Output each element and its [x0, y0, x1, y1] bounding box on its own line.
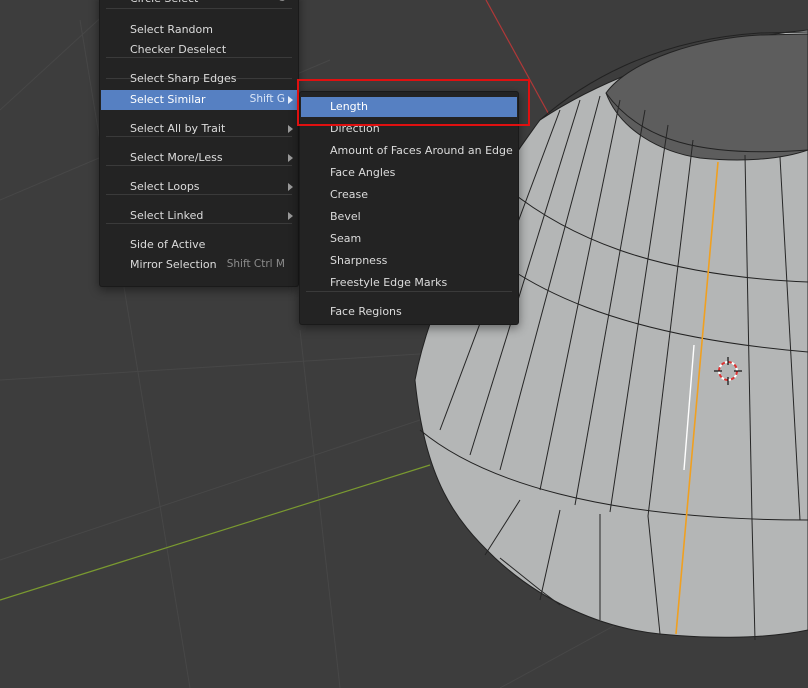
menu-item-label: Select Loops	[130, 180, 200, 193]
menu-item-label: Crease	[330, 188, 368, 201]
y-axis-line	[0, 464, 431, 601]
menu-item-label: Select Similar	[130, 93, 206, 106]
menu-item-bevel[interactable]: Bevel	[301, 207, 517, 227]
menu-item-select-more-less[interactable]: Select More/Less	[101, 148, 297, 168]
menu-item-label: Direction	[330, 122, 380, 135]
menu-item-select-random[interactable]: Select Random	[101, 20, 297, 40]
submenu-arrow-icon	[288, 212, 293, 220]
menu-item-circle-select[interactable]: Circle Select C	[101, 0, 297, 9]
menu-item-freestyle-edge-marks[interactable]: Freestyle Edge Marks	[301, 273, 517, 293]
menu-item-label: Select More/Less	[130, 151, 223, 164]
menu-item-label: Face Regions	[330, 305, 402, 318]
menu-item-length[interactable]: Length	[301, 97, 517, 117]
menu-item-seam[interactable]: Seam	[301, 229, 517, 249]
submenu-arrow-icon	[288, 154, 293, 162]
menu-item-label: Checker Deselect	[130, 43, 227, 56]
menu-item-select-linked[interactable]: Select Linked	[101, 206, 297, 226]
menu-item-label: Face Angles	[330, 166, 396, 179]
menu-item-shortcut: C	[278, 0, 285, 4]
menu-item-label: Bevel	[330, 210, 361, 223]
menu-item-label: Mirror Selection	[130, 258, 217, 271]
menu-item-shortcut: Shift G	[249, 93, 285, 105]
submenu-arrow-icon	[288, 96, 293, 104]
menu-item-label: Freestyle Edge Marks	[330, 276, 448, 289]
menu-item-side-of-active[interactable]: Side of Active	[101, 235, 297, 255]
menu-item-label: Select Linked	[130, 209, 204, 222]
menu-item-amount-of-faces-around-an-edge[interactable]: Amount of Faces Around an Edge	[301, 141, 517, 161]
menu-item-crease[interactable]: Crease	[301, 185, 517, 205]
menu-item-select-sharp-edges[interactable]: Select Sharp Edges	[101, 69, 297, 89]
submenu-arrow-icon	[288, 183, 293, 191]
menu-item-label: Select Sharp Edges	[130, 72, 237, 85]
menu-item-label: Length	[330, 100, 368, 113]
menu-item-label: Circle Select	[130, 0, 198, 5]
menu-item-sharpness[interactable]: Sharpness	[301, 251, 517, 271]
menu-item-label: Select Random	[130, 23, 213, 36]
menu-item-face-regions[interactable]: Face Regions	[301, 302, 517, 322]
menu-item-select-similar[interactable]: Select Similar Shift G	[101, 90, 297, 110]
submenu-arrow-icon	[288, 125, 293, 133]
menu-item-shortcut: Shift Ctrl M	[226, 258, 285, 270]
menu-item-face-angles[interactable]: Face Angles	[301, 163, 517, 183]
menu-item-select-loops[interactable]: Select Loops	[101, 177, 297, 197]
select-similar-submenu: Length Direction Amount of Faces Around an…	[299, 91, 519, 325]
menu-item-mirror-selection[interactable]: Mirror Selection Shift Ctrl M	[101, 255, 297, 275]
menu-item-label: Seam	[330, 232, 362, 245]
menu-item-label: Sharpness	[330, 254, 388, 267]
menu-item-direction[interactable]: Direction	[301, 119, 517, 139]
select-menu: Circle Select C Select Random Checker Desel…	[99, 0, 299, 287]
menu-item-label: Amount of Faces Around an Edge	[330, 144, 513, 157]
menu-item-label: Side of Active	[130, 238, 206, 251]
menu-item-select-all-by-trait[interactable]: Select All by Trait	[101, 119, 297, 139]
menu-item-checker-deselect[interactable]: Checker Deselect	[101, 40, 297, 60]
menu-item-label: Select All by Trait	[130, 122, 226, 135]
